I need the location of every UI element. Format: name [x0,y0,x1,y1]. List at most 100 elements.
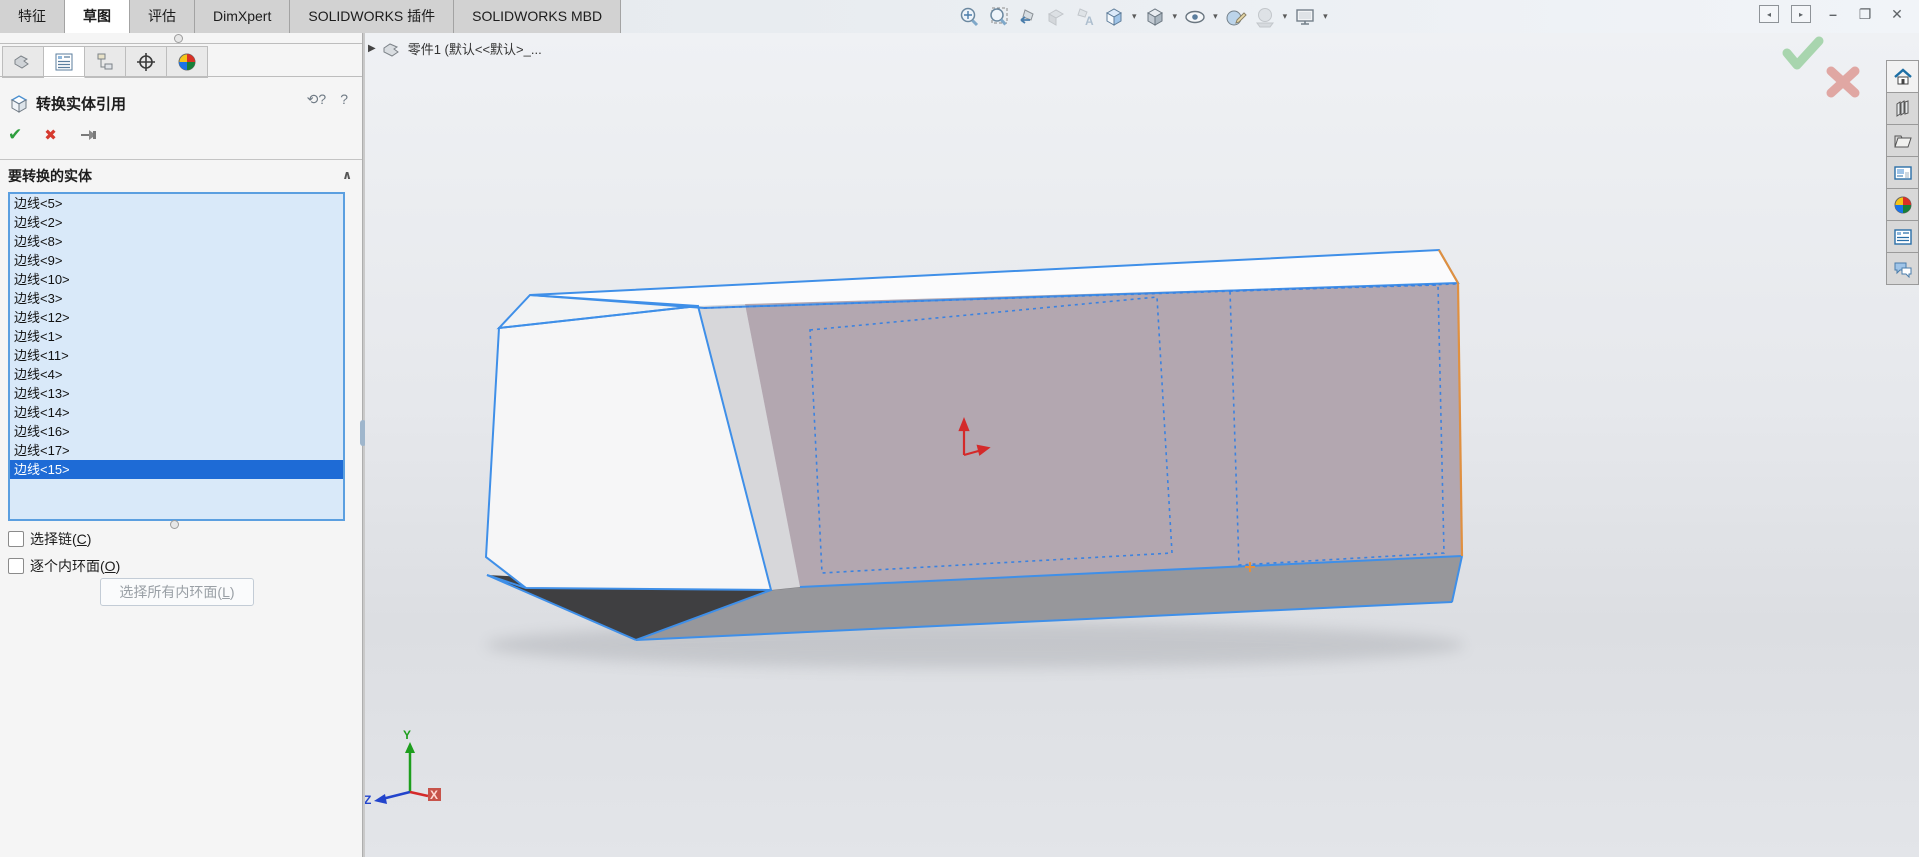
file-explorer-icon[interactable] [1886,124,1919,156]
part-body[interactable] [486,250,1463,641]
ribbon-tab[interactable]: 评估 [130,0,195,33]
edge-list-item[interactable]: 边线<11> [10,346,343,365]
edge-list-item[interactable]: 边线<9> [10,251,343,270]
edge-list-item[interactable]: 边线<10> [10,270,343,289]
command-manager-bar: 特征 草图 评估 DimXpert SOLIDWORKS 插件 SOLIDWORKS MB… [0,0,1919,34]
edge-list-item[interactable]: 边线<4> [10,365,343,384]
reference-triad: Y Z X [365,728,441,807]
edge-list-item[interactable]: 边线<14> [10,403,343,422]
inner-loops-checkbox[interactable] [8,558,24,574]
edge-list-item[interactable]: 边线<1> [10,327,343,346]
view-settings-caret[interactable]: ▾ [1323,11,1328,22]
graphics-viewport[interactable]: Y Z X ▶ 零件1 (默认<<默认>_... [365,33,1919,857]
restore-button[interactable]: ❐ [1855,4,1875,24]
appearances-scenes-icon[interactable] [1886,188,1919,220]
collapse-left-pane-button[interactable]: ◂ [1759,5,1779,23]
ribbon-tab[interactable]: DimXpert [195,0,291,33]
group-header-entities-to-convert[interactable]: 要转换的实体 [8,166,354,188]
entities-listbox[interactable]: 边线<5> 边线<2> 边线<8> 边线<9> 边线<10> 边线<3> 边线<12> 边线<… [8,192,345,521]
heads-up-view-toolbar: A ▾ ▾ ▾ ▾ ▾ [957,3,1329,30]
edge-list-item[interactable]: 边线<17> [10,441,343,460]
view-palette-icon[interactable] [1886,156,1919,188]
design-library-icon[interactable] [1886,92,1919,124]
property-manager-title: 转换实体引用 [36,95,127,113]
close-button[interactable]: ✕ [1887,4,1907,24]
select-chain-label: 选择链(C) [30,531,92,547]
model-scene: Y Z X [365,248,1465,807]
edge-list-item[interactable]: 边线<13> [10,384,343,403]
edge-list-item[interactable]: 边线<3> [10,289,343,308]
section-view-icon [1044,5,1068,29]
ribbon-tab[interactable]: 草图 [65,0,130,33]
inner-loops-row: 逐个内环面(O) [8,556,120,576]
window-controls: ◂ ▸ – ❐ ✕ [1759,4,1907,24]
annotation-view-icon: A [1073,5,1097,29]
apply-scene-caret[interactable]: ▾ [1283,11,1288,22]
display-style-caret[interactable]: ▾ [1173,11,1178,22]
zoom-to-area-icon[interactable] [986,5,1010,29]
feature-manager-tab[interactable] [2,46,44,78]
view-orientation-caret[interactable]: ▾ [1132,11,1137,22]
hide-show-items-icon[interactable] [1183,5,1207,29]
dimxpert-manager-tab[interactable] [126,46,167,78]
confirm-corner-ok-icon[interactable] [1782,36,1824,70]
breadcrumb-expand-icon[interactable]: ▶ [368,43,376,54]
ribbon-tab[interactable]: SOLIDWORKS MBD [454,0,622,33]
ribbon-tab[interactable]: 特征 [0,0,65,33]
select-all-inner-loops-button: 选择所有内环面(L) [100,578,254,606]
apply-scene-icon [1253,5,1277,29]
select-chain-checkbox[interactable] [8,531,24,547]
view-orientation-icon[interactable] [1102,5,1126,29]
triad-z-label: Z [365,793,371,807]
display-style-icon[interactable] [1143,5,1167,29]
solidworks-resources-icon[interactable] [1886,60,1919,92]
solidworks-forum-icon[interactable] [1886,252,1919,285]
svg-text:A: A [1085,14,1094,28]
manager-tab-underline [0,76,362,77]
inner-loops-label: 逐个内环面(O) [30,558,121,574]
breadcrumb-document-name: 零件1 (默认<<默认>_... [407,42,542,57]
panel-splitter-handle[interactable] [174,34,183,43]
selected-front-face [745,283,1462,587]
listbox-resize-handle[interactable] [170,520,179,529]
manager-tab-strip [2,46,208,78]
help-icon[interactable]: ? [340,91,348,108]
previous-view-icon[interactable] [1015,5,1039,29]
chevron-up-icon[interactable]: ∧ [342,168,352,182]
triad-y-label: Y [403,728,411,742]
breadcrumb[interactable]: ▶ 零件1 (默认<<默认>_... [368,39,542,58]
confirmation-corner [1779,33,1879,103]
ok-button[interactable]: ✔ [8,125,22,145]
custom-properties-icon[interactable] [1886,220,1919,252]
task-pane-tab-strip [1886,60,1919,285]
panel-top-strip [0,33,362,44]
edge-list-item[interactable]: 边线<2> [10,213,343,232]
minimize-button[interactable]: – [1823,4,1843,24]
configuration-manager-tab[interactable] [85,46,126,78]
select-chain-row: 选择链(C) [8,529,91,549]
ribbon-tab[interactable]: SOLIDWORKS 插件 [290,0,455,33]
edit-appearance-icon[interactable] [1224,5,1248,29]
divider [0,159,362,160]
part-icon [383,42,399,57]
zoom-to-fit-icon[interactable] [957,5,981,29]
pin-icon[interactable] [79,128,101,142]
convert-entities-icon [10,95,28,113]
triad-x-label: X [430,788,438,802]
undo-icon[interactable]: ⟲? [307,91,327,108]
cancel-button[interactable]: ✖ [44,126,57,144]
pm-action-row: ✔ ✖ [8,125,101,145]
edge-list-item[interactable]: 边线<15> [10,460,343,479]
edge-list-item[interactable]: 边线<8> [10,232,343,251]
view-settings-icon[interactable] [1293,5,1317,29]
property-manager-tab[interactable] [44,46,85,78]
collapse-right-pane-button[interactable]: ▸ [1791,5,1811,23]
edge-list-item[interactable]: 边线<5> [10,194,343,213]
property-manager-panel: 转换实体引用 ⟲? ? ✔ ✖ 要转换的实体 ∧ 边线<5> 边线<2> 边线<8>… [0,33,362,857]
pm-header-icons: ⟲? ? [307,91,348,108]
display-manager-tab[interactable] [167,46,208,78]
edge-list-item[interactable]: 边线<12> [10,308,343,327]
edge-list-item[interactable]: 边线<16> [10,422,343,441]
hide-show-items-caret[interactable]: ▾ [1213,11,1218,22]
confirm-corner-cancel-icon[interactable] [1826,66,1860,98]
